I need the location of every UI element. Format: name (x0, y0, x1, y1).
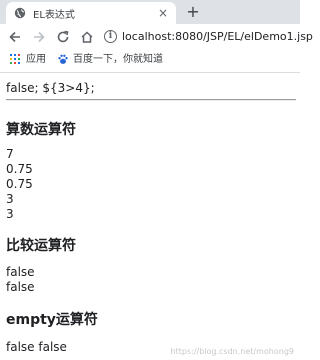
heading-arithmetic-operators: 算数运算符 (6, 122, 76, 138)
paw-icon[interactable] (57, 53, 69, 65)
bookmarks-bar: 应用 百度一下，你就知道 (0, 50, 300, 70)
close-icon[interactable]: × (156, 6, 170, 20)
heading-comparison-operators: 比较运算符 (6, 238, 76, 254)
apps-icon[interactable] (10, 54, 20, 64)
arithmetic-result: 3 (6, 207, 14, 221)
bookmark-baidu[interactable]: 百度一下，你就知道 (73, 53, 163, 67)
horizontal-rule (6, 99, 296, 101)
tab-strip: EL表达式 × + (0, 0, 300, 24)
comparison-result: false (6, 265, 35, 279)
address-bar[interactable]: i localhost:8080/JSP/EL/elDemo1.jsp (102, 27, 313, 47)
forward-icon[interactable] (30, 28, 48, 46)
arithmetic-result: 0.75 (6, 162, 33, 176)
back-icon[interactable] (6, 28, 24, 46)
globe-icon (14, 7, 26, 19)
bookmark-apps[interactable]: 应用 (26, 53, 46, 67)
empty-result: false false (6, 340, 67, 354)
arithmetic-result: 3 (6, 192, 14, 206)
watermark: https://blog.csdn.net/mohong9 (170, 347, 294, 356)
page-content: false; ${3>4}; 算数运算符 7 0.75 0.75 3 3 比较运… (0, 73, 300, 360)
tab-title: EL表达式 (33, 10, 75, 21)
heading-empty-operator: empty运算符 (6, 312, 98, 328)
reload-icon[interactable] (54, 28, 72, 46)
url-text[interactable]: localhost:8080/JSP/EL/elDemo1.jsp (122, 30, 313, 43)
arithmetic-result: 0.75 (6, 177, 33, 191)
plus-icon[interactable]: + (184, 3, 202, 21)
info-icon[interactable]: i (104, 30, 117, 43)
comparison-result: false (6, 280, 35, 294)
home-icon[interactable] (78, 28, 96, 46)
browser-tab[interactable]: EL表达式 × (6, 2, 176, 24)
browser-toolbar: i localhost:8080/JSP/EL/elDemo1.jsp (0, 24, 313, 50)
arithmetic-result: 7 (6, 147, 14, 161)
el-expression-output: false; ${3>4}; (6, 81, 95, 95)
